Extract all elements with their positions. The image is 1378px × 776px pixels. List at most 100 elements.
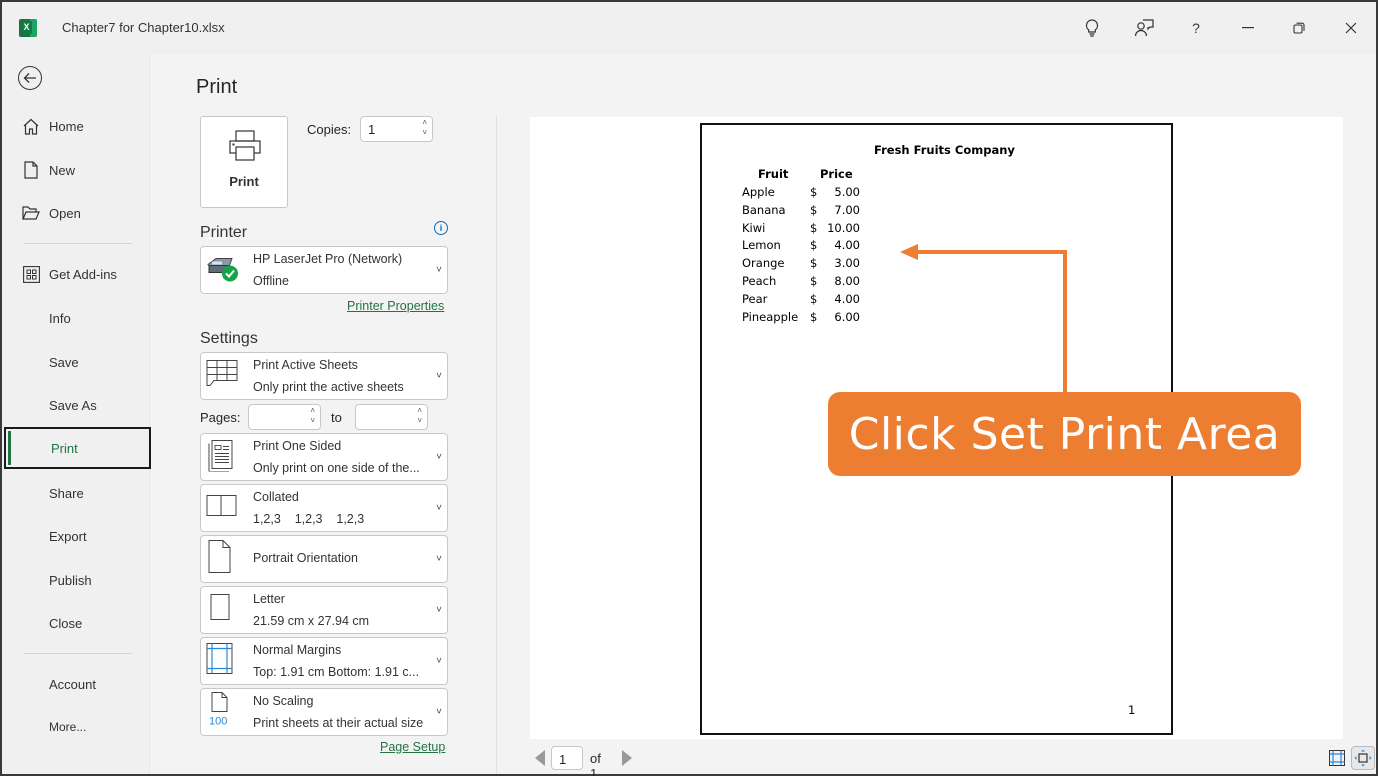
excel-window: Chapter7 for Chapter10.xlsx ? Home New [2, 2, 1376, 776]
sidebar-item-more[interactable]: More... [2, 707, 150, 747]
annotation-arrow-head-icon [900, 244, 918, 260]
price-cell: 6.00 [834, 309, 860, 324]
orientation-dropdown[interactable]: Portrait Orientation ˅ [200, 535, 448, 583]
annotation-arrow-line [916, 250, 1067, 254]
lightbulb-icon[interactable] [1078, 14, 1106, 42]
settings-heading: Settings [200, 330, 258, 347]
next-page-icon[interactable] [622, 750, 632, 766]
column-header-price: Price [820, 167, 853, 181]
stepper-arrows-icon[interactable]: ˄ ˅ [417, 406, 422, 426]
coauthor-feedback-icon[interactable] [1130, 14, 1158, 42]
sides-dropdown[interactable]: Print One Sided Only print on one side o… [200, 433, 448, 481]
sidebar-item-print[interactable]: Print [4, 427, 151, 469]
sidebar-item-info[interactable]: Info [2, 298, 150, 338]
pages-to-label: to [331, 410, 342, 425]
sidebar-item-save[interactable]: Save [2, 342, 150, 382]
paper-size-title: Letter [253, 592, 285, 606]
sidebar-item-close[interactable]: Close [2, 603, 150, 643]
show-margins-icon[interactable] [1329, 750, 1345, 771]
margins-title: Normal Margins [253, 643, 342, 657]
add-ins-grid-icon [22, 265, 40, 283]
back-arrow-icon[interactable] [18, 66, 42, 90]
printer-ready-icon [206, 253, 240, 288]
fruit-cell: Banana [742, 202, 786, 217]
restore-icon[interactable] [1285, 14, 1313, 42]
sidebar-item-publish[interactable]: Publish [2, 560, 150, 600]
sidebar-item-label: Open [49, 205, 81, 221]
sidebar-item-open[interactable]: Open [2, 193, 150, 233]
chevron-down-icon: ˅ [436, 706, 442, 718]
printer-heading: Printer [200, 224, 248, 241]
sidebar-item-label: Account [49, 676, 96, 692]
fruit-cell: Peach [742, 274, 777, 288]
sidebar-item-label: Close [49, 615, 83, 631]
sidebar-item-label: Info [49, 310, 71, 326]
minimize-icon[interactable] [1234, 14, 1262, 42]
sidebar-item-get-add-ins[interactable]: Get Add-ins [2, 254, 150, 294]
one-sided-page-icon [206, 438, 236, 477]
close-icon[interactable] [1337, 14, 1365, 42]
page-number: 1 [1128, 703, 1136, 717]
page-setup-link[interactable]: Page Setup [380, 740, 445, 754]
letter-page-icon [206, 594, 232, 627]
stepper-arrows-icon[interactable]: ˄ ˅ [310, 406, 315, 426]
sidebar-item-share[interactable]: Share [2, 473, 150, 513]
printer-dropdown[interactable]: HP LaserJet Pro (Network) Offline ˅ [200, 246, 448, 294]
print-button-label: Print [229, 174, 259, 189]
collation-title: Collated [253, 490, 299, 504]
zoom-to-page-icon[interactable] [1351, 746, 1375, 770]
printer-status: Offline [253, 274, 289, 288]
sidebar-item-label: Save [49, 354, 79, 370]
printer-properties-link[interactable]: Printer Properties [347, 299, 444, 313]
svg-text:100: 100 [209, 716, 227, 728]
chevron-down-icon: ˅ [436, 451, 442, 463]
stepper-arrows-icon[interactable]: ˄ ˅ [422, 118, 427, 138]
fruit-cell: Kiwi [742, 220, 766, 235]
currency-cell: $ [810, 202, 818, 217]
window-title: Chapter7 for Chapter10.xlsx [62, 20, 225, 35]
copies-stepper[interactable]: 1 ˄ ˅ [360, 116, 433, 142]
margins-dropdown[interactable]: Normal Margins Top: 1.91 cm Bottom: 1.91… [200, 637, 448, 685]
annotation-callout: Click Set Print Area [828, 392, 1301, 476]
printer-icon [228, 129, 262, 168]
previous-page-icon[interactable] [535, 750, 545, 766]
copies-value[interactable]: 1 [368, 122, 375, 137]
sidebar-item-new[interactable]: New [2, 150, 150, 190]
paper-size-dropdown[interactable]: Letter 21.59 cm x 27.94 cm ˅ [200, 586, 448, 634]
collation-dropdown[interactable]: Collated 1,2,3 1,2,3 1,2,3 ˅ [200, 484, 448, 532]
sidebar-item-label: Get Add-ins [49, 266, 117, 282]
print-button[interactable]: Print [200, 116, 288, 208]
portrait-page-icon [206, 540, 232, 579]
scaling-subtitle: Print sheets at their actual size [253, 716, 424, 730]
pages-from-stepper[interactable]: ˄ ˅ [248, 404, 321, 430]
sidebar-divider [24, 653, 132, 654]
chevron-down-icon: ˅ [436, 604, 442, 616]
print-what-title: Print Active Sheets [253, 358, 358, 372]
price-cell: 5.00 [834, 185, 860, 199]
chevron-down-icon: ˅ [436, 370, 442, 382]
sidebar-item-account[interactable]: Account [2, 664, 150, 704]
currency-cell: $ [810, 274, 818, 288]
new-document-icon [22, 161, 40, 179]
info-icon[interactable]: i [434, 221, 448, 235]
sidebar-item-home[interactable]: Home [2, 106, 150, 146]
current-page-value[interactable]: 1 [559, 752, 566, 767]
sidebar-item-label: New [49, 162, 76, 178]
sidebar-item-export[interactable]: Export [2, 516, 150, 556]
chevron-down-icon: ˅ [436, 655, 442, 667]
currency-cell: $ [810, 309, 818, 324]
currency-cell: $ [810, 185, 818, 199]
no-scaling-icon: 100 [206, 692, 234, 733]
help-icon[interactable]: ? [1182, 14, 1210, 42]
print-what-subtitle: Only print the active sheets [253, 380, 404, 394]
sides-subtitle: Only print on one side of the... [253, 461, 420, 475]
pages-label: Pages: [200, 410, 241, 425]
pages-to-stepper[interactable]: ˄ ˅ [355, 404, 428, 430]
chevron-down-icon: ˅ [436, 553, 442, 565]
current-page-input[interactable]: 1 [551, 746, 583, 770]
scaling-dropdown[interactable]: 100 No Scaling Print sheets at their act… [200, 688, 448, 736]
print-what-dropdown[interactable]: Print Active Sheets Only print the activ… [200, 352, 448, 400]
sidebar-item-save-as[interactable]: Save As [2, 385, 150, 425]
page-title: Print [196, 76, 238, 98]
fruit-cell: Apple [742, 185, 775, 199]
